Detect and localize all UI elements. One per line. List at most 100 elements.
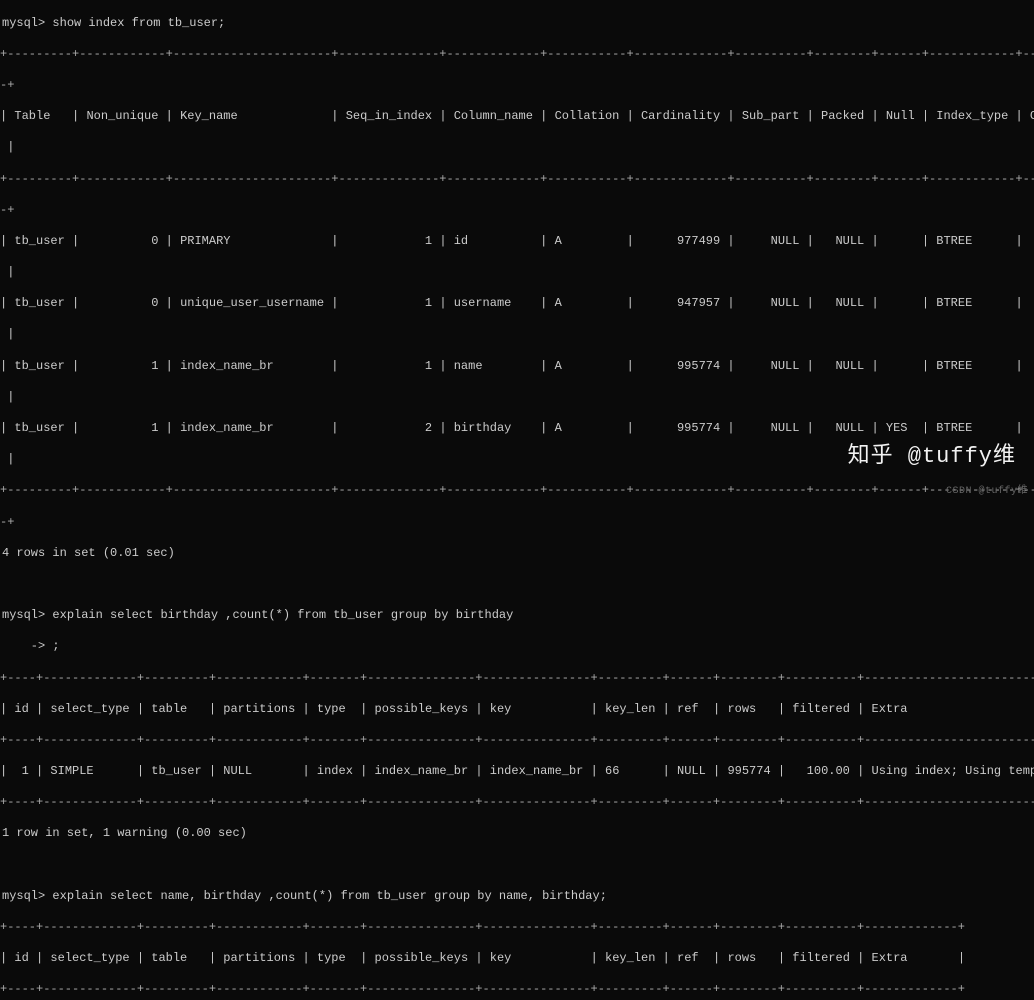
cell: A <box>555 296 562 310</box>
col-keyname: Key_name <box>180 109 238 123</box>
cell: id <box>454 234 468 248</box>
prompt-line[interactable]: mysql> explain select birthday ,count(*)… <box>0 608 1034 624</box>
cell: NULL <box>835 421 864 435</box>
table-row: | 1 | SIMPLE | tb_user | NULL | index | … <box>0 764 1034 780</box>
cell: unique_user_username <box>180 296 324 310</box>
cell: 947957 <box>677 296 720 310</box>
cell: 995774 <box>677 359 720 373</box>
cell: username <box>454 296 512 310</box>
col-pkeys: possible_keys <box>375 702 469 716</box>
continuation-prompt: -> <box>2 639 45 653</box>
col-card: Cardinality <box>641 109 720 123</box>
cell: tb_user <box>14 296 64 310</box>
command-text: explain select birthday ,count(*) from t… <box>52 608 513 622</box>
col-extra: Extra <box>872 702 908 716</box>
cell: NULL <box>223 764 252 778</box>
table-row: | tb_user | 0 | unique_user_username | 1… <box>0 296 1034 312</box>
col-comment: Comment <box>1030 109 1034 123</box>
table-border: -+ <box>0 203 1034 219</box>
col-filtered: filtered <box>792 951 850 965</box>
cell: A <box>555 234 562 248</box>
cell: 0 <box>151 234 158 248</box>
cell: tb_user <box>151 764 201 778</box>
col-key: key <box>490 702 512 716</box>
status-line: 4 rows in set (0.01 sec) <box>0 546 1034 562</box>
table-row: | tb_user | 1 | index_name_br | 1 | name… <box>0 359 1034 375</box>
terminal-output: mysql> show index from tb_user; +-------… <box>0 0 1034 1000</box>
blank-line <box>0 577 1034 593</box>
col-rows: rows <box>727 951 756 965</box>
col-sub: Sub_part <box>742 109 800 123</box>
watermark-zhihu: 知乎 @tuffy维 <box>848 443 1016 472</box>
cell: A <box>555 359 562 373</box>
col-type: type <box>317 951 346 965</box>
cell: 1 <box>151 421 158 435</box>
header-row: | id | select_type | table | partitions … <box>0 702 1034 718</box>
prompt-line[interactable]: mysql> show index from tb_user; <box>0 16 1034 32</box>
cell: NULL <box>835 296 864 310</box>
cell: NULL <box>771 359 800 373</box>
command-text: show index from tb_user; <box>52 16 225 30</box>
cell: BTREE <box>936 359 972 373</box>
cell: NULL <box>677 764 706 778</box>
cell: name <box>454 359 483 373</box>
status-line: 1 row in set, 1 warning (0.00 sec) <box>0 826 1034 842</box>
table-row: | tb_user | 0 | PRIMARY | 1 | id | A | 9… <box>0 234 1034 250</box>
table-border: +---------+------------+----------------… <box>0 483 1034 499</box>
col-ref: ref <box>677 951 699 965</box>
watermark-csdn: CSDN @tuffy维 <box>946 485 1028 498</box>
table-row-cont: | <box>0 327 1034 343</box>
mysql-prompt: mysql> <box>2 889 45 903</box>
cell: index_name_br <box>180 359 274 373</box>
cell: A <box>555 421 562 435</box>
header-row-cont: | <box>0 140 1034 156</box>
col-keylen: key_len <box>605 951 655 965</box>
table-border: +----+-------------+---------+----------… <box>0 982 1034 998</box>
col-selecttype: select_type <box>50 702 129 716</box>
cell: BTREE <box>936 421 972 435</box>
continuation-line[interactable]: -> ; <box>0 639 1034 655</box>
cell: 1 <box>425 234 432 248</box>
col-keylen: key_len <box>605 702 655 716</box>
col-rows: rows <box>727 702 756 716</box>
header-row: | Table | Non_unique | Key_name | Seq_in… <box>0 109 1034 125</box>
table-border: -+ <box>0 78 1034 94</box>
cell: 100.00 <box>807 764 850 778</box>
table-border: +----+-------------+---------+----------… <box>0 920 1034 936</box>
cell: NULL <box>835 234 864 248</box>
cell: NULL <box>771 234 800 248</box>
col-collation: Collation <box>555 109 620 123</box>
col-colname: Column_name <box>454 109 533 123</box>
table-row-cont: | <box>0 390 1034 406</box>
cell: YES <box>886 421 908 435</box>
mysql-prompt: mysql> <box>2 16 45 30</box>
cell: index_name_br <box>375 764 469 778</box>
cell: NULL <box>771 296 800 310</box>
table-row-cont: | <box>0 265 1034 281</box>
cell: tb_user <box>14 359 64 373</box>
col-partitions: partitions <box>223 702 295 716</box>
cell: 66 <box>605 764 619 778</box>
cell: NULL <box>835 359 864 373</box>
cell: tb_user <box>14 234 64 248</box>
col-id: id <box>14 951 28 965</box>
prompt-line[interactable]: mysql> explain select name, birthday ,co… <box>0 889 1034 905</box>
cell: 1 <box>22 764 29 778</box>
col-seq: Seq_in_index <box>346 109 432 123</box>
cell: 1 <box>425 359 432 373</box>
col-type: type <box>317 702 346 716</box>
table-border: -+ <box>0 515 1034 531</box>
cell: 0 <box>151 296 158 310</box>
col-table: Table <box>14 109 50 123</box>
col-partitions: partitions <box>223 951 295 965</box>
cell: 2 <box>425 421 432 435</box>
col-nonunique: Non_unique <box>86 109 158 123</box>
header-row: | id | select_type | table | partitions … <box>0 951 1034 967</box>
col-ref: ref <box>677 702 699 716</box>
table-row: | tb_user | 1 | index_name_br | 2 | birt… <box>0 421 1034 437</box>
col-null: Null <box>886 109 915 123</box>
table-border: +---------+------------+----------------… <box>0 47 1034 63</box>
col-filtered: filtered <box>792 702 850 716</box>
cell: BTREE <box>936 234 972 248</box>
col-key: key <box>490 951 512 965</box>
